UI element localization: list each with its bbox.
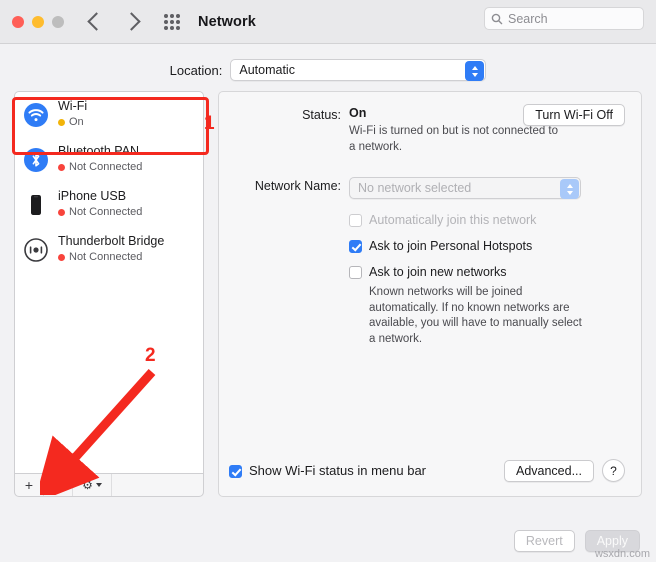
service-status: Not Connected	[58, 161, 142, 175]
auto-join-label: Automatically join this network	[369, 213, 537, 228]
bluetooth-icon	[23, 147, 49, 173]
wifi-settings-panel: Turn Wi-Fi Off Status: On Wi-Fi is turne…	[218, 91, 642, 497]
network-name-label: Network Name:	[254, 179, 341, 194]
status-label: Status:	[302, 108, 341, 122]
service-name: Wi-Fi	[58, 99, 88, 114]
chevron-down-icon	[95, 483, 102, 487]
chevron-updown-icon	[560, 179, 579, 200]
service-actions-button[interactable]: ⚙	[73, 474, 112, 496]
service-row-iphone-usb[interactable]: iPhone USB Not Connected	[15, 182, 203, 227]
network-services-sidebar: Wi-Fi On Bluetooth PAN Not Connected iPh…	[14, 91, 204, 497]
chevron-updown-icon	[465, 61, 485, 81]
network-services-list[interactable]: Wi-Fi On Bluetooth PAN Not Connected iPh…	[14, 91, 204, 473]
search-icon	[491, 13, 503, 24]
network-name-value: No network selected	[358, 181, 472, 196]
location-row: Location: Automatic	[0, 59, 656, 81]
location-popup-button[interactable]: Automatic	[230, 59, 487, 81]
location-label: Location:	[169, 62, 223, 78]
service-row-bluetooth-pan[interactable]: Bluetooth PAN Not Connected	[15, 137, 203, 182]
service-name: Thunderbolt Bridge	[58, 234, 165, 249]
network-name-row: Network Name: No network selected	[229, 177, 625, 200]
service-status: Not Connected	[58, 206, 142, 220]
location-value: Automatic	[239, 63, 295, 77]
service-list-toolbar: + − ⚙	[14, 473, 204, 497]
show-all-icon[interactable]	[164, 13, 180, 30]
service-status-label: Not Connected	[69, 250, 143, 263]
network-name-popup-button[interactable]: No network selected	[349, 177, 581, 200]
search-input[interactable]: Search	[484, 7, 644, 30]
known-networks-help: Known networks will be joined automatica…	[369, 286, 582, 345]
status-detail: Wi-Fi is turned on but is not connected …	[349, 125, 559, 153]
add-service-button[interactable]: +	[15, 474, 44, 496]
wifi-icon	[23, 102, 49, 128]
ask-hotspots-checkbox-row[interactable]: Ask to join Personal Hotspots	[349, 239, 625, 254]
back-icon[interactable]	[87, 12, 106, 31]
status-dot-icon	[58, 209, 65, 217]
zoom-button[interactable]	[52, 15, 64, 28]
revert-button[interactable]: Revert	[513, 530, 575, 552]
ask-new-networks-checkbox[interactable]	[349, 266, 362, 280]
turn-wifi-off-button[interactable]: Turn Wi-Fi Off	[523, 104, 625, 126]
close-button[interactable]	[12, 15, 24, 28]
minimize-button[interactable]	[32, 15, 44, 28]
auto-join-checkbox-row[interactable]: Automatically join this network	[349, 213, 625, 228]
ask-hotspots-checkbox[interactable]	[349, 240, 362, 254]
service-name: iPhone USB	[58, 189, 127, 204]
forward-icon[interactable]	[122, 12, 141, 31]
ask-new-networks-label: Ask to join new networks	[369, 265, 507, 280]
ask-hotspots-label: Ask to join Personal Hotspots	[369, 239, 533, 254]
page-title: Network	[198, 13, 256, 30]
show-wifi-status-checkbox[interactable]	[229, 464, 242, 478]
service-status-label: On	[69, 115, 84, 128]
ask-new-networks-checkbox-row[interactable]: Ask to join new networks	[349, 265, 625, 280]
search-placeholder: Search	[508, 11, 548, 26]
auto-join-checkbox[interactable]	[349, 214, 362, 228]
remove-service-button[interactable]: −	[44, 474, 73, 496]
service-row-thunderbolt-bridge[interactable]: Thunderbolt Bridge Not Connected	[15, 227, 203, 272]
status-dot-icon	[58, 119, 65, 127]
watermark: wsxdn.com	[594, 548, 650, 560]
annotation-number-1: 1	[204, 113, 215, 134]
service-row-wifi[interactable]: Wi-Fi On	[15, 92, 203, 137]
iphone-icon	[23, 192, 49, 218]
gear-icon: ⚙	[82, 478, 93, 492]
show-wifi-status-label: Show Wi-Fi status in menu bar	[249, 463, 427, 478]
advanced-button[interactable]: Advanced...	[503, 459, 594, 482]
service-name: Bluetooth PAN	[58, 144, 140, 159]
navigation-arrows	[87, 12, 141, 31]
window-controls	[12, 15, 64, 28]
thunderbolt-bridge-icon	[23, 237, 49, 263]
content-area: Wi-Fi On Bluetooth PAN Not Connected iPh…	[0, 81, 656, 497]
help-button[interactable]: ?	[602, 459, 625, 482]
annotation-number-2: 2	[145, 345, 156, 366]
status-dot-icon	[58, 164, 65, 172]
panel-bottom-row: Show Wi-Fi status in menu bar Advanced..…	[229, 459, 625, 482]
service-status-label: Not Connected	[69, 160, 143, 173]
status-dot-icon	[58, 254, 65, 262]
service-status: On	[58, 116, 87, 130]
service-status: Not Connected	[58, 251, 164, 265]
window-titlebar: Network Search	[0, 0, 656, 44]
service-status-label: Not Connected	[69, 205, 143, 218]
